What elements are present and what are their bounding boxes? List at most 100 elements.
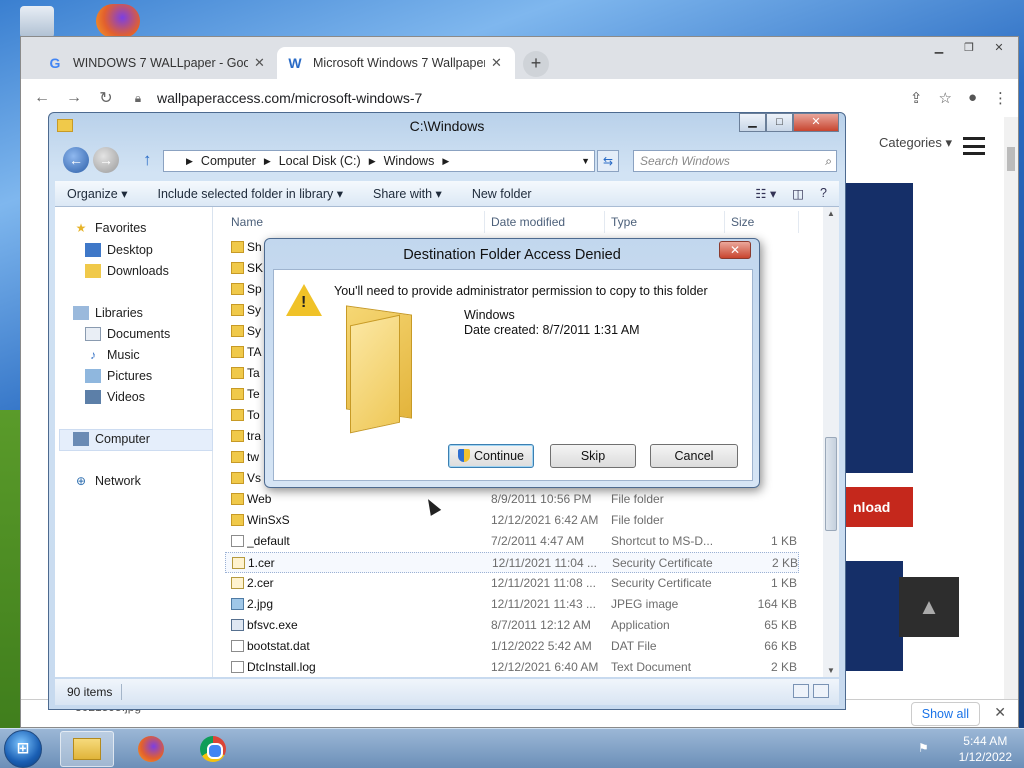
- scroll-up-icon[interactable]: ▲: [827, 209, 835, 218]
- hamburger-menu-icon[interactable]: [963, 137, 985, 155]
- close-window-button[interactable]: ✕: [793, 113, 839, 132]
- list-item[interactable]: DtcInstall.log 12/12/2021 6:40 AM Text Doc…: [225, 657, 799, 678]
- nav-libraries[interactable]: Libraries: [73, 306, 143, 320]
- taskbar-firefox[interactable]: [124, 731, 178, 767]
- minimize-button[interactable]: ▁: [739, 113, 766, 132]
- refresh-icon[interactable]: ⇆: [597, 150, 619, 172]
- new-tab-button[interactable]: +: [523, 51, 549, 77]
- firefox-icon[interactable]: [96, 4, 140, 38]
- maximize-button[interactable]: ❐: [956, 39, 982, 57]
- explorer-icon: [73, 738, 101, 760]
- breadcrumb-windows[interactable]: Windows: [384, 154, 435, 168]
- close-download-bar-icon[interactable]: ✕: [994, 704, 1006, 721]
- menu-kebab-icon[interactable]: ⋮: [993, 89, 1008, 107]
- back-arrow-icon[interactable]: ←: [31, 89, 53, 107]
- column-header-name[interactable]: Name: [225, 211, 485, 233]
- nav-downloads[interactable]: Downloads: [85, 264, 169, 278]
- action-center-flag-icon[interactable]: ⚑: [918, 741, 932, 755]
- browser-tab-wallpaper[interactable]: W Microsoft Windows 7 Wallpaper ✕: [277, 47, 515, 79]
- list-item[interactable]: 1.cer 12/11/2021 11:04 ... Security Certif…: [225, 552, 799, 573]
- categories-nav[interactable]: Categories ▾: [879, 135, 952, 151]
- nav-computer[interactable]: Computer: [73, 432, 150, 446]
- file-list-scrollbar[interactable]: ▲ ▼: [823, 207, 839, 677]
- taskbar-explorer[interactable]: [60, 731, 114, 767]
- bookmark-star-icon[interactable]: ☆: [938, 89, 951, 107]
- nav-documents[interactable]: Documents: [85, 327, 170, 341]
- address-bar[interactable]: ▶ Computer ▶ Local Disk (C:) ▶ Windows ▶…: [163, 150, 595, 172]
- dialog-close-button[interactable]: ✕: [719, 241, 751, 259]
- reload-icon[interactable]: ↻: [95, 88, 117, 108]
- share-with-menu[interactable]: Share with ▾: [373, 186, 442, 201]
- large-icons-view-icon[interactable]: [813, 684, 829, 698]
- column-header-size[interactable]: Size: [725, 211, 799, 233]
- close-tab-icon[interactable]: ✕: [491, 55, 502, 71]
- profile-avatar-icon[interactable]: ●: [968, 89, 977, 107]
- nav-videos[interactable]: Videos: [85, 390, 145, 404]
- breadcrumb-chevron-icon[interactable]: ▶: [186, 156, 193, 167]
- list-item[interactable]: WinSxS 12/12/2021 6:42 AM File folder: [225, 510, 799, 531]
- breadcrumb-computer[interactable]: Computer: [201, 154, 256, 168]
- back-arrow-icon[interactable]: ←: [63, 147, 89, 173]
- folder-icon: [231, 409, 244, 421]
- nav-network[interactable]: ⊕ Network: [73, 474, 141, 488]
- list-item[interactable]: bfsvc.exe 8/7/2011 12:12 AM Application 65 …: [225, 615, 799, 636]
- nav-pictures[interactable]: Pictures: [85, 369, 152, 383]
- taskbar-chrome[interactable]: [186, 731, 240, 767]
- help-icon[interactable]: ?: [820, 186, 827, 201]
- minimize-button[interactable]: ▁: [926, 39, 952, 57]
- maximize-button[interactable]: □: [766, 113, 793, 132]
- folder-info: Windows Date created: 8/7/2011 1:31 AM: [464, 308, 640, 338]
- forward-arrow-icon[interactable]: →: [93, 147, 119, 173]
- cancel-button[interactable]: Cancel: [650, 444, 738, 468]
- system-clock[interactable]: 5:44 AM 1/12/2022: [959, 733, 1012, 765]
- close-window-button[interactable]: ✕: [986, 39, 1012, 57]
- scrollbar-thumb[interactable]: [1007, 147, 1015, 171]
- breadcrumb-local-disk[interactable]: Local Disk (C:): [279, 154, 361, 168]
- list-item[interactable]: 2.jpg 12/11/2021 11:43 ... JPEG image 164 K…: [225, 594, 799, 615]
- list-item[interactable]: bootstat.dat 1/12/2022 5:42 AM DAT File 66 …: [225, 636, 799, 657]
- folder-name: Windows: [464, 308, 515, 322]
- forward-arrow-icon[interactable]: →: [63, 89, 85, 107]
- folder-icon: [231, 262, 244, 274]
- organize-menu[interactable]: Organize ▾: [67, 186, 127, 201]
- breadcrumb-chevron-icon[interactable]: ▶: [369, 156, 376, 167]
- page-scrollbar[interactable]: [1004, 117, 1018, 699]
- new-folder-button[interactable]: New folder: [472, 187, 532, 201]
- change-view-icon[interactable]: ☷ ▾: [755, 186, 776, 201]
- column-header-type[interactable]: Type: [605, 211, 725, 233]
- list-item[interactable]: Web 8/9/2011 10:56 PM File folder: [225, 489, 799, 510]
- breadcrumb-chevron-icon[interactable]: ▶: [442, 156, 449, 167]
- list-item[interactable]: _default 7/2/2011 4:47 AM Shortcut to MS-D…: [225, 531, 799, 552]
- details-view-icon[interactable]: [793, 684, 809, 698]
- scroll-to-top-icon[interactable]: ▲: [899, 577, 959, 637]
- browser-tab-google[interactable]: G WINDOWS 7 WALLpaper - Goog ✕: [37, 47, 275, 79]
- list-item[interactable]: 2.cer 12/11/2021 11:08 ... Security Certif…: [225, 573, 799, 594]
- file-date: 12/11/2021 11:04 ...: [492, 556, 597, 570]
- file-type: Security Certificate: [611, 576, 712, 590]
- column-header-date[interactable]: Date modified: [485, 211, 605, 233]
- breadcrumb-chevron-icon[interactable]: ▶: [264, 156, 271, 167]
- skip-button[interactable]: Skip: [550, 444, 636, 468]
- file-date: 12/11/2021 11:43 ...: [491, 597, 596, 611]
- preview-pane-icon[interactable]: ◫: [792, 186, 804, 201]
- lock-icon[interactable]: 🔒︎: [127, 91, 149, 106]
- include-in-library-menu[interactable]: Include selected folder in library ▾: [157, 186, 343, 201]
- file-name: 2.cer: [247, 576, 274, 590]
- nav-music[interactable]: ♪ Music: [85, 348, 140, 362]
- scrollbar-thumb[interactable]: [825, 437, 837, 531]
- search-input[interactable]: Search Windows ⌕: [633, 150, 837, 172]
- share-icon[interactable]: ⇪: [910, 89, 923, 107]
- up-arrow-icon[interactable]: ↑: [143, 150, 152, 170]
- scroll-down-icon[interactable]: ▼: [827, 666, 835, 675]
- start-button[interactable]: ⊞: [4, 730, 42, 768]
- show-all-downloads-button[interactable]: Show all: [910, 702, 980, 726]
- nav-desktop[interactable]: Desktop: [85, 243, 153, 257]
- close-tab-icon[interactable]: ✕: [254, 55, 265, 71]
- address-dropdown-icon[interactable]: ▼: [581, 156, 590, 166]
- nav-favorites[interactable]: ★ Favorites: [73, 221, 147, 235]
- recycle-bin-icon[interactable]: [20, 6, 54, 38]
- continue-button[interactable]: Continue: [448, 444, 534, 468]
- search-icon[interactable]: ⌕: [825, 151, 832, 171]
- item-count: 90 items: [67, 685, 113, 699]
- address-bar[interactable]: wallpaperaccess.com/microsoft-windows-7: [157, 90, 422, 106]
